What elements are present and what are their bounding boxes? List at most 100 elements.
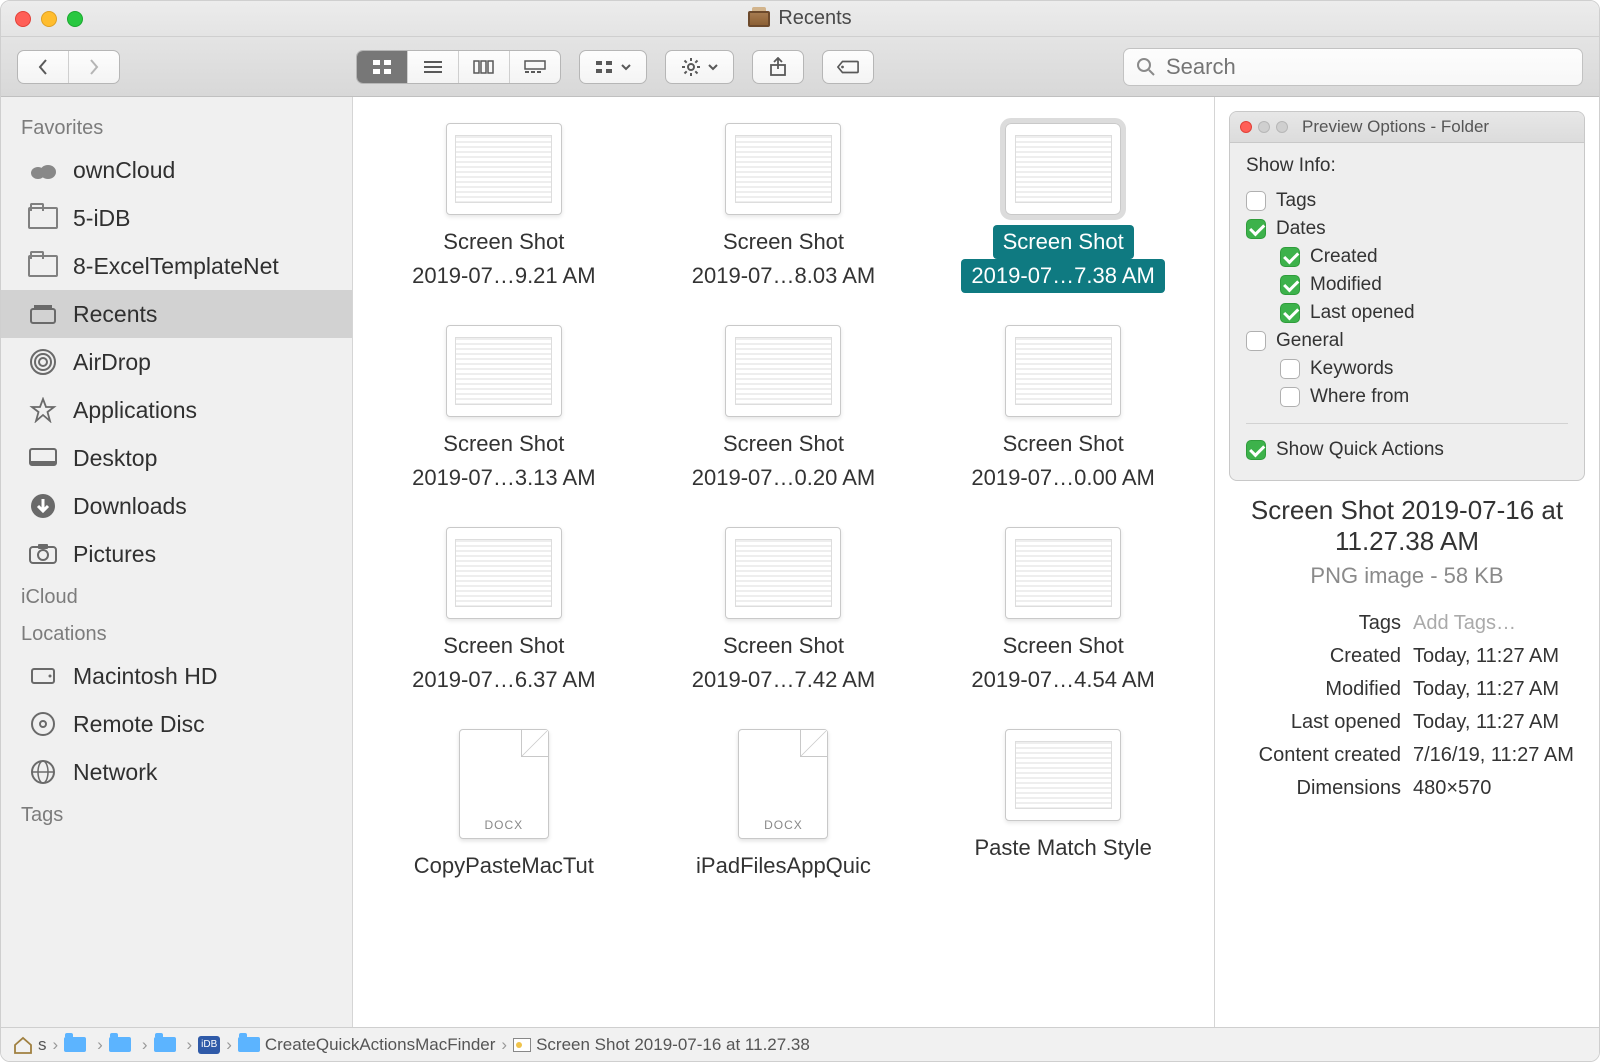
list-icon (422, 58, 444, 76)
file-item[interactable]: Screen Shot2019-07…3.13 AM (371, 325, 637, 495)
sidebar-item-label: 8-ExcelTemplateNet (73, 253, 279, 280)
path-crumb-home[interactable]: s (13, 1035, 47, 1055)
file-label: 2019-07…7.42 AM (682, 663, 885, 697)
action-dropdown[interactable] (665, 50, 733, 84)
sidebar-item-downloads[interactable]: Downloads (1, 482, 352, 530)
search-input[interactable] (1166, 54, 1570, 80)
traffic-lights (15, 11, 83, 27)
path-crumb-file[interactable]: Screen Shot 2019-07-16 at 11.27.38 (513, 1035, 810, 1055)
icon-view-button[interactable] (357, 51, 407, 83)
sidebar-item-label: Remote Disc (73, 711, 205, 738)
file-item[interactable]: Screen Shot2019-07…0.20 AM (651, 325, 917, 495)
path-crumb-idb[interactable]: iDBiDB (198, 1036, 220, 1054)
back-button[interactable] (18, 51, 68, 83)
path-crumb[interactable] (109, 1037, 136, 1052)
desktop-icon (27, 444, 59, 472)
sidebar-item-airdrop[interactable]: AirDrop (1, 338, 352, 386)
sidebar-item-pictures[interactable]: Pictures (1, 530, 352, 578)
cloud-icon (27, 156, 59, 184)
tag-icon (837, 58, 859, 76)
chevron-left-icon (32, 58, 54, 76)
search-field[interactable] (1123, 48, 1583, 86)
file-item[interactable]: Paste Match Style (930, 729, 1196, 883)
share-icon (767, 58, 789, 76)
sidebar-section-tags: Tags (1, 796, 352, 833)
gallery-icon (524, 58, 546, 76)
option-show-quick-actions[interactable]: Show Quick Actions (1246, 436, 1568, 464)
content-area[interactable]: Screen Shot2019-07…9.21 AMScreen Shot201… (353, 97, 1214, 1027)
list-view-button[interactable] (407, 51, 458, 83)
option-tags[interactable]: Tags (1246, 187, 1568, 215)
sidebar-item-owncloud[interactable]: ownCloud (1, 146, 352, 194)
path-crumb[interactable]: CreateQuickActionsMacFinder (238, 1035, 496, 1055)
option-created[interactable]: Created (1246, 243, 1568, 271)
group-dropdown[interactable] (579, 50, 647, 84)
file-item[interactable]: Screen Shot2019-07…4.54 AM (930, 527, 1196, 697)
doc-thumbnail (459, 729, 549, 839)
window-title: Recents (778, 7, 851, 30)
sidebar-item-applications[interactable]: Applications (1, 386, 352, 434)
panel-titlebar: Preview Options - Folder (1230, 112, 1584, 143)
file-label: CopyPasteMacTut (404, 849, 604, 883)
sidebar-item-remote-disc[interactable]: Remote Disc (1, 700, 352, 748)
option-last-opened[interactable]: Last opened (1246, 299, 1568, 327)
file-item[interactable]: Screen Shot2019-07…0.00 AM (930, 325, 1196, 495)
option-general[interactable]: General (1246, 327, 1568, 355)
tags-button[interactable] (822, 50, 874, 84)
option-keywords[interactable]: Keywords (1246, 355, 1568, 383)
sidebar-item-desktop[interactable]: Desktop (1, 434, 352, 482)
sidebar-item-label: Applications (73, 397, 197, 424)
detail-row-dimensions: Dimensions480×570 (1229, 772, 1585, 805)
toolbar (1, 37, 1599, 97)
sidebar[interactable]: Favorites ownCloud 5-iDB 8-ExcelTemplate… (1, 97, 353, 1027)
file-label: 2019-07…3.13 AM (402, 461, 605, 495)
sidebar-section-icloud: iCloud (1, 578, 352, 615)
image-thumbnail (1005, 527, 1121, 619)
sidebar-item-label: Macintosh HD (73, 663, 217, 690)
file-label: 2019-07…7.38 AM (961, 259, 1164, 293)
sidebar-item-5idb[interactable]: 5-iDB (1, 194, 352, 242)
file-item[interactable]: CopyPasteMacTut (371, 729, 637, 883)
path-crumb[interactable] (64, 1037, 91, 1052)
detail-row-modified: ModifiedToday, 11:27 AM (1229, 673, 1585, 706)
file-item[interactable]: Screen Shot2019-07…9.21 AM (371, 123, 637, 293)
sidebar-item-network[interactable]: Network (1, 748, 352, 796)
sidebar-section-locations: Locations (1, 615, 352, 652)
share-button[interactable] (752, 50, 804, 84)
image-thumbnail (1005, 325, 1121, 417)
sidebar-item-macintosh-hd[interactable]: Macintosh HD (1, 652, 352, 700)
path-bar[interactable]: s › › › › iDBiDB› CreateQuickActionsMacF… (1, 1027, 1599, 1061)
file-icon (513, 1038, 531, 1052)
add-tags[interactable]: Add Tags… (1413, 612, 1516, 635)
view-buttons (356, 50, 561, 84)
window-close[interactable] (15, 11, 31, 27)
grid-icon (371, 58, 393, 76)
sidebar-item-label: Recents (73, 301, 157, 328)
image-thumbnail (446, 527, 562, 619)
option-modified[interactable]: Modified (1246, 271, 1568, 299)
detail-kindsize: PNG image - 58 KB (1229, 563, 1585, 589)
file-item[interactable]: Screen Shot2019-07…7.42 AM (651, 527, 917, 697)
file-item[interactable]: Screen Shot2019-07…8.03 AM (651, 123, 917, 293)
panel-close[interactable] (1240, 121, 1252, 133)
file-label: Screen Shot (713, 225, 854, 259)
file-label: 2019-07…0.00 AM (961, 461, 1164, 495)
window-minimize[interactable] (41, 11, 57, 27)
file-item[interactable]: iPadFilesAppQuic (651, 729, 917, 883)
column-view-button[interactable] (458, 51, 509, 83)
forward-button[interactable] (68, 51, 119, 83)
option-dates[interactable]: Dates (1246, 215, 1568, 243)
image-thumbnail (446, 325, 562, 417)
file-item[interactable]: Screen Shot2019-07…7.38 AM (930, 123, 1196, 293)
sidebar-item-recents[interactable]: Recents (1, 290, 352, 338)
gallery-view-button[interactable] (509, 51, 560, 83)
image-thumbnail (725, 123, 841, 215)
sidebar-item-exceltemplate[interactable]: 8-ExcelTemplateNet (1, 242, 352, 290)
detail-row-created: CreatedToday, 11:27 AM (1229, 640, 1585, 673)
window-maximize[interactable] (67, 11, 83, 27)
path-crumb[interactable] (154, 1037, 181, 1052)
file-item[interactable]: Screen Shot2019-07…6.37 AM (371, 527, 637, 697)
option-where-from[interactable]: Where from (1246, 383, 1568, 411)
panel-heading: Show Info: (1246, 155, 1568, 177)
folder-icon (27, 204, 59, 232)
